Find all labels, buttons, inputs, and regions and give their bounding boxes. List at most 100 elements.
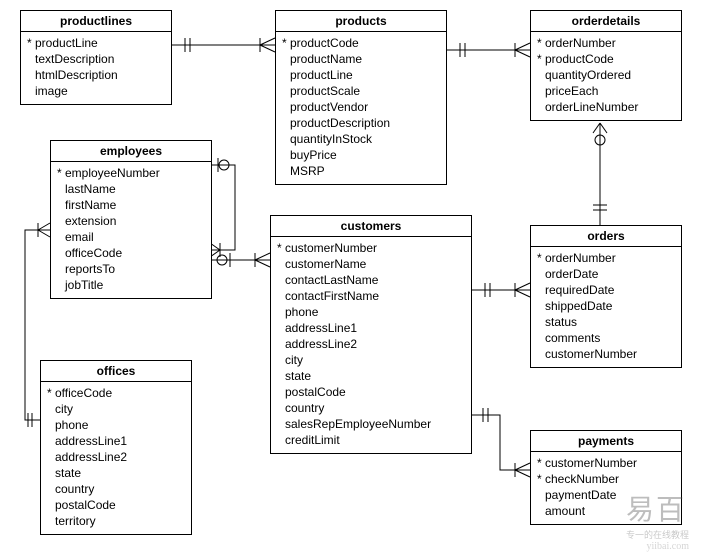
field-row: email	[57, 229, 205, 245]
field-row: htmlDescription	[27, 67, 165, 83]
field-name: productVendor	[290, 99, 368, 115]
entity-offices: offices*officeCodecityphoneaddressLine1a…	[40, 360, 192, 535]
rel-employees-customers	[210, 253, 270, 267]
pk-marker: *	[282, 35, 290, 51]
pk-marker	[537, 266, 545, 282]
field-row: firstName	[57, 197, 205, 213]
field-row: reportsTo	[57, 261, 205, 277]
pk-marker	[537, 346, 545, 362]
rel-customers-orders	[470, 283, 530, 297]
pk-marker	[537, 83, 545, 99]
field-name: orderDate	[545, 266, 598, 282]
entity-orderdetails: orderdetails*orderNumber*productCodequan…	[530, 10, 682, 121]
pk-marker	[277, 368, 285, 384]
entity-fields: *orderNumber*productCodequantityOrderedp…	[531, 32, 681, 120]
field-row: *officeCode	[47, 385, 185, 401]
field-name: salesRepEmployeeNumber	[285, 416, 431, 432]
field-name: phone	[285, 304, 318, 320]
field-row: quantityInStock	[282, 131, 440, 147]
entity-title: payments	[531, 431, 681, 452]
pk-marker	[282, 147, 290, 163]
field-row: postalCode	[277, 384, 465, 400]
entity-fields: *officeCodecityphoneaddressLine1addressL…	[41, 382, 191, 534]
field-name: textDescription	[35, 51, 114, 67]
field-name: quantityInStock	[290, 131, 372, 147]
field-row: *orderNumber	[537, 250, 675, 266]
pk-marker	[47, 465, 55, 481]
pk-marker	[277, 432, 285, 448]
entity-fields: *productCodeproductNameproductLineproduc…	[276, 32, 446, 184]
field-row: phone	[47, 417, 185, 433]
entity-title: offices	[41, 361, 191, 382]
field-row: *checkNumber	[537, 471, 675, 487]
pk-marker	[57, 197, 65, 213]
field-name: orderNumber	[545, 35, 616, 51]
pk-marker	[537, 298, 545, 314]
field-row: amount	[537, 503, 675, 519]
entity-fields: *customerNumbercustomerNamecontactLastNa…	[271, 237, 471, 453]
field-name: productLine	[35, 35, 98, 51]
field-name: territory	[55, 513, 96, 529]
rel-productlines-products	[170, 38, 275, 52]
field-name: addressLine2	[55, 449, 127, 465]
field-row: lastName	[57, 181, 205, 197]
entity-customers: customers*customerNumbercustomerNamecont…	[270, 215, 472, 454]
pk-marker	[282, 83, 290, 99]
field-row: productDescription	[282, 115, 440, 131]
field-row: addressLine1	[277, 320, 465, 336]
field-row: productScale	[282, 83, 440, 99]
field-name: comments	[545, 330, 600, 346]
field-name: phone	[55, 417, 88, 433]
pk-marker: *	[277, 240, 285, 256]
field-name: addressLine1	[55, 433, 127, 449]
field-row: *productCode	[537, 51, 675, 67]
pk-marker	[47, 449, 55, 465]
field-row: salesRepEmployeeNumber	[277, 416, 465, 432]
field-name: image	[35, 83, 68, 99]
pk-marker	[277, 304, 285, 320]
field-name: productLine	[290, 67, 353, 83]
pk-marker: *	[537, 471, 545, 487]
field-row: *productLine	[27, 35, 165, 51]
entity-products: products*productCodeproductNameproductLi…	[275, 10, 447, 185]
field-name: orderLineNumber	[545, 99, 638, 115]
field-row: city	[277, 352, 465, 368]
field-row: comments	[537, 330, 675, 346]
field-row: *customerNumber	[537, 455, 675, 471]
pk-marker: *	[27, 35, 35, 51]
field-row: phone	[277, 304, 465, 320]
field-row: *employeeNumber	[57, 165, 205, 181]
pk-marker: *	[537, 51, 545, 67]
pk-marker	[27, 51, 35, 67]
field-row: contactFirstName	[277, 288, 465, 304]
field-name: firstName	[65, 197, 116, 213]
pk-marker	[282, 99, 290, 115]
field-name: amount	[545, 503, 585, 519]
field-name: state	[55, 465, 81, 481]
field-name: productScale	[290, 83, 360, 99]
field-row: *productCode	[282, 35, 440, 51]
field-row: quantityOrdered	[537, 67, 675, 83]
pk-marker	[537, 330, 545, 346]
entity-employees: employees*employeeNumberlastNamefirstNam…	[50, 140, 212, 299]
field-name: priceEach	[545, 83, 598, 99]
field-row: jobTitle	[57, 277, 205, 293]
rel-products-orderdetails	[445, 43, 530, 57]
field-row: *orderNumber	[537, 35, 675, 51]
pk-marker	[277, 256, 285, 272]
field-name: reportsTo	[65, 261, 115, 277]
field-name: country	[285, 400, 324, 416]
field-row: addressLine2	[277, 336, 465, 352]
pk-marker	[277, 352, 285, 368]
field-name: status	[545, 314, 577, 330]
watermark-url: yiibai.com	[626, 541, 689, 552]
field-row: textDescription	[27, 51, 165, 67]
pk-marker	[282, 51, 290, 67]
field-name: email	[65, 229, 94, 245]
pk-marker: *	[57, 165, 65, 181]
pk-marker	[282, 163, 290, 179]
rel-employees-self	[210, 158, 235, 257]
field-name: productName	[290, 51, 362, 67]
pk-marker	[537, 487, 545, 503]
pk-marker	[57, 229, 65, 245]
